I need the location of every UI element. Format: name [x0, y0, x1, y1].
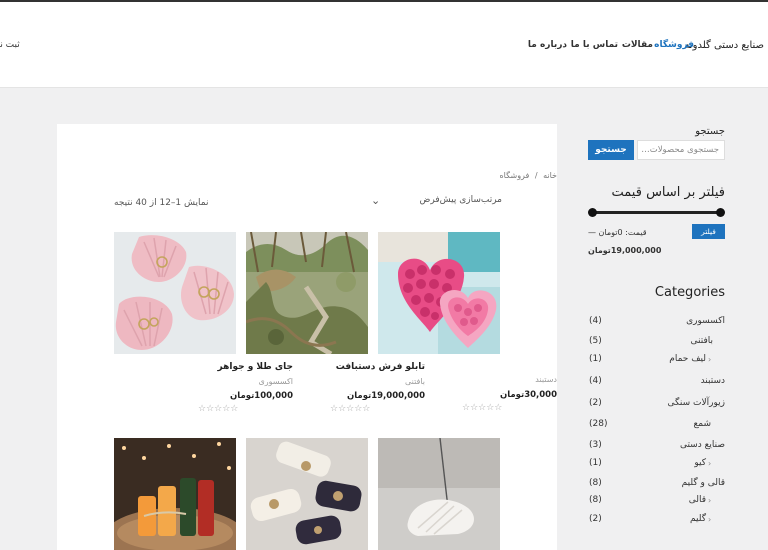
category-link[interactable]: صنایع دستی — [680, 440, 725, 450]
category-count: (3) — [589, 440, 602, 450]
category-link[interactable]: بافتنی — [691, 336, 713, 346]
site-header: صنایع دستی گلدونه فروشگاه مقالات تماس با… — [0, 2, 768, 88]
product-image-rose-heart[interactable] — [378, 232, 500, 354]
product-category[interactable]: دستبند — [535, 375, 557, 384]
category-link[interactable]: قالی و گلیم — [682, 478, 725, 488]
category-link[interactable]: لیف حمام — [669, 354, 706, 364]
sort-select[interactable]: مرتب‌سازی پیش‌فرض — [367, 195, 502, 211]
category-count: (5) — [589, 336, 602, 346]
search-button[interactable]: جستجو — [588, 140, 634, 160]
filter-button[interactable]: فیلتر — [692, 224, 725, 239]
category-link[interactable]: قالی — [689, 495, 706, 505]
nav-item-shop[interactable]: فروشگاه — [654, 40, 694, 50]
product-name[interactable]: جای طلا و جواهر — [218, 362, 293, 372]
category-count: (4) — [589, 316, 602, 326]
product-image-colored-candles[interactable] — [114, 438, 236, 550]
star-rating-icon: ☆☆☆☆☆ — [462, 403, 503, 413]
register-link[interactable]: ثبت نام — [0, 40, 20, 50]
price-slider-min-handle[interactable] — [588, 208, 597, 217]
category-link[interactable]: شمع — [693, 419, 711, 429]
price-slider-track[interactable] — [592, 211, 720, 214]
chevron-right-icon: › — [708, 355, 712, 364]
price-range-max: 19,000,000تومان — [588, 246, 662, 255]
category-link[interactable]: کیو — [694, 458, 706, 468]
category-link[interactable]: دستبند — [701, 376, 725, 386]
price-slider-max-handle[interactable] — [716, 208, 725, 217]
breadcrumb: خانه / فروشگاه — [357, 171, 557, 180]
category-link[interactable]: اکسسوری — [686, 316, 725, 326]
product-image-incense-holder[interactable] — [378, 438, 500, 550]
product-image-shell-dish[interactable] — [114, 232, 236, 354]
category-count: (28) — [589, 419, 608, 429]
shop-content: خانه / فروشگاه مرتب‌سازی پیش‌فرض ⌄ نمایش… — [57, 124, 557, 550]
chevron-down-icon[interactable]: ⌄ — [371, 194, 380, 207]
chevron-right-icon: › — [708, 515, 712, 524]
product-category[interactable]: بافتنی — [405, 377, 425, 386]
category-count: (1) — [589, 354, 602, 364]
category-link[interactable]: زیورآلات سنگی — [667, 398, 725, 408]
breadcrumb-home[interactable]: خانه — [543, 171, 557, 180]
search-input[interactable]: جستجوی محصولات… — [637, 140, 725, 160]
breadcrumb-current: فروشگاه — [499, 171, 530, 180]
nav-item-articles[interactable]: مقالات — [622, 40, 653, 50]
category-count: (8) — [589, 478, 602, 488]
product-price: 30,000تومان — [499, 390, 557, 400]
product-image-woven-rug[interactable] — [246, 232, 368, 354]
categories-title: Categories — [654, 285, 725, 300]
category-count: (1) — [589, 458, 602, 468]
nav-item-about[interactable]: درباره ما — [528, 40, 567, 50]
product-category[interactable]: اکسسوری — [258, 377, 293, 386]
chevron-right-icon: › — [708, 496, 712, 505]
star-rating-icon: ☆☆☆☆☆ — [330, 404, 371, 414]
product-name[interactable]: تابلو فرش دستبافت — [336, 362, 425, 372]
nav-item-contact[interactable]: تماس با ما — [571, 40, 618, 50]
category-count: (2) — [589, 514, 602, 524]
chevron-right-icon: › — [708, 459, 712, 468]
product-price: 19,000,000تومان — [346, 391, 425, 401]
category-link[interactable]: گلیم — [690, 514, 706, 524]
result-count: نمایش 1–12 از 40 نتیجه — [114, 198, 209, 208]
breadcrumb-separator: / — [534, 171, 538, 180]
price-range-label: قیمت: 0تومان — — [588, 228, 647, 237]
price-filter-title: فیلتر بر اساس قیمت — [611, 185, 725, 200]
star-rating-icon: ☆☆☆☆☆ — [198, 404, 239, 414]
search-title: جستجو — [695, 126, 725, 137]
category-count: (4) — [589, 376, 602, 386]
product-price: 100,000تومان — [230, 391, 293, 401]
product-image-beeswax-candles[interactable] — [246, 438, 368, 550]
category-count: (2) — [589, 398, 602, 408]
category-count: (8) — [589, 495, 602, 505]
site-brand-link[interactable]: صنایع دستی گلدونه — [685, 40, 765, 51]
